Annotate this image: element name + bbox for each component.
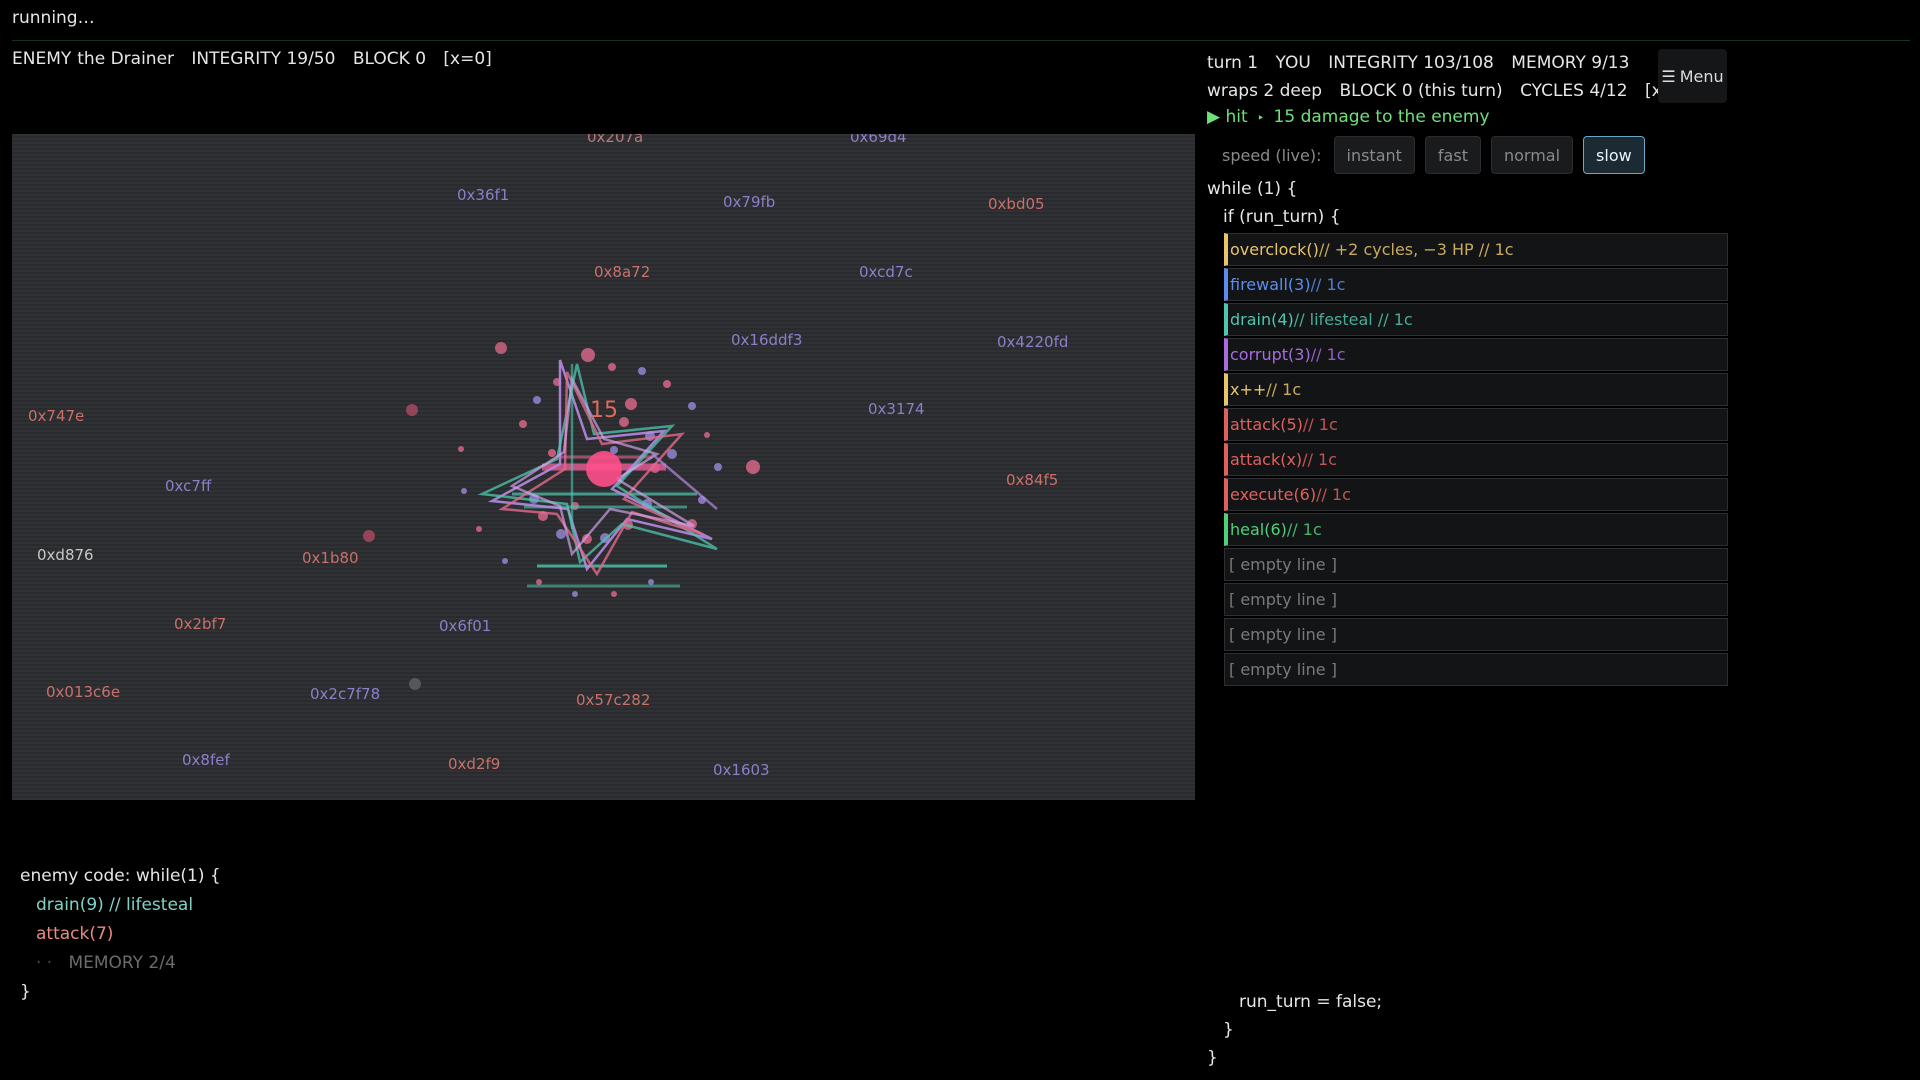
memory-address-label: 0x1603 xyxy=(713,761,770,779)
empty-code-slot[interactable]: [ empty line ] xyxy=(1224,618,1728,651)
battle-arena[interactable]: 15 0x207a 0x69d4 0x36f1 0x79fb 0xbd05 0x8a72 0… xyxy=(12,134,1195,800)
memory-address-label: 0xcd7c xyxy=(859,263,913,281)
memory-address-label: 0xbd05 xyxy=(988,195,1045,213)
player-integrity: INTEGRITY 103/108 xyxy=(1328,53,1494,73)
enemy-memory-line: · · MEMORY 2/4 xyxy=(20,949,221,978)
memory-address-label: 0x4220fd xyxy=(997,333,1069,351)
enemy-memory: MEMORY 2/4 xyxy=(68,953,176,973)
menu-label: Menu xyxy=(1679,66,1724,86)
status-text: running… xyxy=(12,8,95,28)
enemy-code-header: enemy code: while(1) { xyxy=(20,866,221,886)
while-close: } xyxy=(1207,1048,1218,1068)
memory-address-label: 0x2bf7 xyxy=(174,615,227,633)
hit-log: ▶ hit ‣ 15 damage to the enemy xyxy=(1207,107,1490,127)
memory-address-label: 0x1b80 xyxy=(302,549,359,567)
memory-address-label: 0x013c6e xyxy=(46,683,121,701)
player-block: BLOCK 0 (this turn) xyxy=(1339,81,1503,101)
memory-address-label: 0x6f01 xyxy=(439,617,492,635)
if-close: } xyxy=(1223,1020,1234,1040)
play-icon: ▶ xyxy=(1207,107,1221,127)
speed-slow-button[interactable]: slow xyxy=(1583,136,1645,174)
empty-code-slot[interactable]: [ empty line ] xyxy=(1224,548,1728,581)
memory-address-label: 0x207a xyxy=(587,134,644,146)
turn-counter: turn 1 xyxy=(1207,53,1259,73)
impact-core xyxy=(586,451,622,487)
memory-address-label: 0xc7ff xyxy=(165,477,212,495)
code-slots: overclock() // +2 cycles, −3 HP // 1c fir… xyxy=(1224,233,1728,688)
memory-address-label: 0x69d4 xyxy=(850,134,907,146)
code-slot[interactable]: attack(x) // 1c xyxy=(1224,443,1728,476)
code-slot[interactable]: attack(5) // 1c xyxy=(1224,408,1728,441)
enemy-code-line: drain(9) // lifesteal xyxy=(36,895,194,915)
memory-address-label: 0x36f1 xyxy=(457,186,510,204)
enemy-name: the Drainer xyxy=(77,49,175,69)
enemy-memory-dots: · · xyxy=(36,953,53,973)
code-slot[interactable]: corrupt(3) // 1c xyxy=(1224,338,1728,371)
empty-code-slot[interactable]: [ empty line ] xyxy=(1224,583,1728,616)
if-line: if (run_turn) { xyxy=(1223,207,1341,227)
enemy-code-line: attack(7) xyxy=(36,924,114,944)
enemy-integrity: INTEGRITY 19/50 xyxy=(191,49,336,69)
memory-address-label: 0x2c7f78 xyxy=(310,685,381,703)
top-divider xyxy=(12,40,1910,41)
player-cycles: CYCLES 4/12 xyxy=(1520,81,1628,101)
code-slot[interactable]: firewall(3) // 1c xyxy=(1224,268,1728,301)
memory-address-label: 0x8a72 xyxy=(594,263,651,281)
hamburger-icon: ☰ xyxy=(1661,66,1676,86)
code-slot[interactable]: drain(4) // lifesteal // 1c xyxy=(1224,303,1728,336)
code-slot[interactable]: heal(6) // 1c xyxy=(1224,513,1728,546)
enemy-code-close: } xyxy=(20,982,31,1002)
enemy-header: ENEMY the Drainer INTEGRITY 19/50 BLOCK 0… xyxy=(12,49,504,69)
player-code-header: while (1) { if (run_turn) { xyxy=(1207,175,1341,231)
player-stats: turn 1 YOU INTEGRITY 103/108 MEMORY 9/13… xyxy=(1207,49,1705,105)
speed-selector: speed (live): instant fast normal slow xyxy=(1222,136,1645,174)
speed-instant-button[interactable]: instant xyxy=(1333,136,1415,174)
wraps-depth: wraps 2 deep xyxy=(1207,81,1323,101)
player-memory: MEMORY 9/13 xyxy=(1511,53,1630,73)
memory-address-label: 0xd876 xyxy=(37,546,94,564)
code-slot[interactable]: x++ // 1c xyxy=(1224,373,1728,406)
code-slot[interactable]: execute(6) // 1c xyxy=(1224,478,1728,511)
while-line: while (1) { xyxy=(1207,179,1298,199)
memory-address-label: 0x747e xyxy=(28,407,85,425)
enemy-x: [x=0] xyxy=(443,49,492,69)
hit-word: hit xyxy=(1225,107,1248,127)
memory-address-label: 0x57c282 xyxy=(576,691,651,709)
memory-address-label: 0x16ddf3 xyxy=(731,331,803,349)
speed-fast-button[interactable]: fast xyxy=(1424,136,1481,174)
memory-address-label: 0x8fef xyxy=(182,751,230,769)
empty-code-slot[interactable]: [ empty line ] xyxy=(1224,653,1728,686)
hit-text: 15 damage to the enemy xyxy=(1273,107,1490,127)
memory-address-label: 0x84f5 xyxy=(1006,471,1059,489)
player-code-footer: run_turn = false; } } xyxy=(1207,988,1382,1072)
enemy-code-panel: enemy code: while(1) { drain(9) // lifes… xyxy=(20,862,221,1007)
player-label: YOU xyxy=(1275,53,1311,73)
code-slot[interactable]: overclock() // +2 cycles, −3 HP // 1c xyxy=(1224,233,1728,266)
enemy-label: ENEMY xyxy=(12,49,72,69)
enemy-block: BLOCK 0 xyxy=(352,49,427,69)
memory-address-label: 0xd2f9 xyxy=(448,755,501,773)
run-turn-line: run_turn = false; xyxy=(1239,992,1383,1012)
damage-popup: 15 xyxy=(590,398,618,423)
menu-button[interactable]: ☰ Menu xyxy=(1658,49,1727,103)
speed-normal-button[interactable]: normal xyxy=(1490,136,1574,174)
speed-label: speed (live): xyxy=(1222,145,1322,165)
bullet-icon: ‣ xyxy=(1257,111,1265,125)
memory-address-label: 0x3174 xyxy=(868,400,925,418)
memory-address-label: 0x79fb xyxy=(723,193,776,211)
